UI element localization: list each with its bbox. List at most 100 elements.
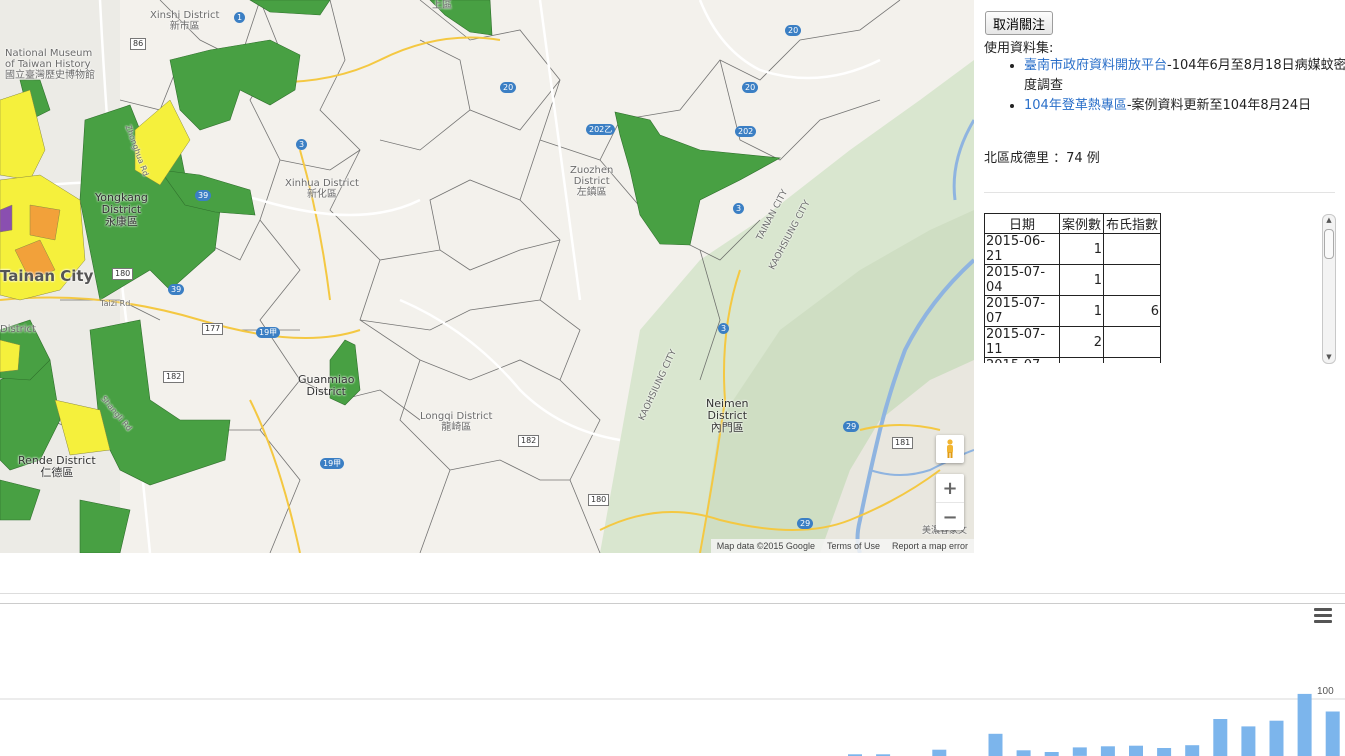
breteau-cell <box>1103 326 1161 358</box>
datasets-title: 使用資料集: <box>984 41 1054 56</box>
map-label-xinhua: Xinhua District 新化區 <box>285 178 359 200</box>
breteau-cell: 9 <box>1103 357 1161 363</box>
route-box: 86 <box>130 38 147 50</box>
scrollbar-thumb[interactable] <box>1324 229 1334 259</box>
table-scrollbar[interactable]: ▲ ▼ <box>1322 214 1336 364</box>
table-row: 2015-07-11 2 <box>984 326 1161 358</box>
route-shield: 202乙 <box>586 124 616 135</box>
chart-bar[interactable] <box>1016 750 1031 756</box>
dataset-link-dengue[interactable]: 104年登革熱專區 <box>1024 98 1127 113</box>
route-box: 182 <box>518 435 540 447</box>
route-shield: 29 <box>797 518 814 529</box>
map-label-district-west: District <box>0 324 36 335</box>
scroll-down-arrow-icon[interactable]: ▼ <box>1323 353 1335 362</box>
zoom-out-button[interactable]: − <box>936 503 964 531</box>
map-label-tainan-city: Tainan City <box>0 267 94 285</box>
route-box: 180 <box>112 268 134 280</box>
cases-cell: 2 <box>1059 357 1104 363</box>
chart-bar[interactable] <box>1213 719 1228 756</box>
route-shield: 20 <box>500 82 517 93</box>
route-box: 181 <box>892 437 914 449</box>
col-header-breteau: 布氏指數 <box>1103 213 1161 234</box>
route-box: 180 <box>588 494 610 506</box>
map-label-shang: 上區 <box>432 0 452 11</box>
chart-bar[interactable] <box>1072 747 1087 756</box>
chart-bar[interactable] <box>1297 693 1312 756</box>
route-shield: 19甲 <box>256 327 281 338</box>
zoom-in-button[interactable]: + <box>936 474 964 503</box>
section-divider <box>0 593 1345 594</box>
date-cell: 2015-06-21 <box>984 233 1060 265</box>
report-map-error-link[interactable]: Report a map error <box>892 541 968 551</box>
map-label-yongkang: Yongkang District 永康區 <box>95 191 148 228</box>
chart-bar[interactable] <box>932 749 947 756</box>
map-label-xinshi: Xinshi District 新市區 <box>150 10 220 32</box>
chart-bar[interactable] <box>988 733 1003 756</box>
date-cell: 2015-07-22 <box>984 357 1060 363</box>
map-base <box>0 0 974 553</box>
date-cell: 2015-07-07 <box>984 295 1060 327</box>
route-shield: 39 <box>168 284 185 295</box>
map[interactable]: Xinshi District 新市區 National Museum of Tai… <box>0 0 974 553</box>
map-label-guanmiao: Guanmiao District <box>298 373 355 398</box>
table-row: 2015-07-07 1 6 <box>984 295 1161 327</box>
route-shield: 3 <box>733 203 745 214</box>
unfollow-button[interactable]: 取消關注 <box>985 11 1054 35</box>
dataset-desc: -案例資料更新至104年8月24日 <box>1126 98 1312 113</box>
map-label-rende: Rende District 仁德區 <box>18 454 96 479</box>
pegman-icon <box>947 439 953 458</box>
cases-cell: 2 <box>1059 326 1104 358</box>
y-tick-label: 100 <box>1317 686 1334 697</box>
col-header-cases: 案例數 <box>1059 213 1104 234</box>
chart-bar[interactable] <box>1185 745 1200 756</box>
route-shield: 19甲 <box>320 458 345 469</box>
map-label-neimen: Neimen District 內門區 <box>706 397 749 434</box>
route-shield: 3 <box>296 139 308 150</box>
case-table-scroll[interactable]: 日期 案例數 布氏指數 2015-06-21 1 2015-07-04 1 2015… <box>984 213 1329 363</box>
route-shield: 39 <box>195 190 212 201</box>
terms-of-use-link[interactable]: Terms of Use <box>827 541 880 551</box>
cases-cell: 1 <box>1059 295 1104 327</box>
case-table: 日期 案例數 布氏指數 2015-06-21 1 2015-07-04 1 2015… <box>984 213 1161 363</box>
bar-series <box>848 693 1340 756</box>
chart-menu-icon[interactable] <box>1314 608 1332 624</box>
route-shield: 20 <box>785 25 802 36</box>
dataset-link-open-data[interactable]: 臺南市政府資料開放平台 <box>1024 58 1167 73</box>
route-box: 182 <box>163 371 185 383</box>
table-header-row: 日期 案例數 布氏指數 <box>984 213 1161 234</box>
chart-bar[interactable] <box>1100 746 1115 756</box>
zoom-control: + − <box>936 474 964 530</box>
divider <box>984 192 1335 193</box>
chart-bar[interactable] <box>1325 711 1340 756</box>
case-summary: 北區成德里 ：74 例 <box>984 151 1100 166</box>
route-shield: 29 <box>843 421 860 432</box>
breteau-cell: 6 <box>1103 295 1161 327</box>
scroll-up-arrow-icon[interactable]: ▲ <box>1323 216 1335 225</box>
breteau-cell <box>1103 233 1161 265</box>
map-label-longqi: Longqi District 龍崎區 <box>420 411 493 433</box>
street-view-pegman[interactable] <box>936 435 964 463</box>
map-label-taizi-rd: Taizi Rd <box>100 299 131 308</box>
info-panel: 取消關注 使用資料集: 臺南市政府資料開放平台-104年6月至8月18日病媒蚊密… <box>984 0 1345 590</box>
datasets-list: 臺南市政府資料開放平台-104年6月至8月18日病媒蚊密度調查 104年登革熱專… <box>1006 56 1345 116</box>
cases-cell: 1 <box>1059 264 1104 296</box>
map-data-credit: Map data ©2015 Google <box>716 541 815 551</box>
table-row: 2015-07-2229 <box>984 357 1161 363</box>
route-shield: 202 <box>735 126 757 137</box>
chart-bar[interactable] <box>1129 745 1143 756</box>
date-cell: 2015-07-11 <box>984 326 1060 358</box>
route-shield: 1 <box>234 12 246 23</box>
route-shield: 3 <box>718 323 730 334</box>
dataset-item: 104年登革熱專區-案例資料更新至104年8月24日 <box>1024 96 1345 116</box>
route-box: 177 <box>202 323 224 335</box>
chart-bar[interactable] <box>1044 752 1059 756</box>
chart-bar[interactable] <box>1241 726 1256 756</box>
date-cell: 2015-07-04 <box>984 264 1060 296</box>
map-attribution: Map data ©2015 Google Terms of Use Repor… <box>710 539 974 553</box>
map-label-museum: National Museum of Taiwan History 國立臺灣歷史博物… <box>5 48 95 81</box>
chart-bar[interactable] <box>1269 720 1284 756</box>
chart-bar[interactable] <box>1157 748 1172 756</box>
col-header-date: 日期 <box>984 213 1060 234</box>
dataset-item: 臺南市政府資料開放平台-104年6月至8月18日病媒蚊密度調查 <box>1024 56 1345 96</box>
table-row: 2015-06-21 1 <box>984 233 1161 265</box>
